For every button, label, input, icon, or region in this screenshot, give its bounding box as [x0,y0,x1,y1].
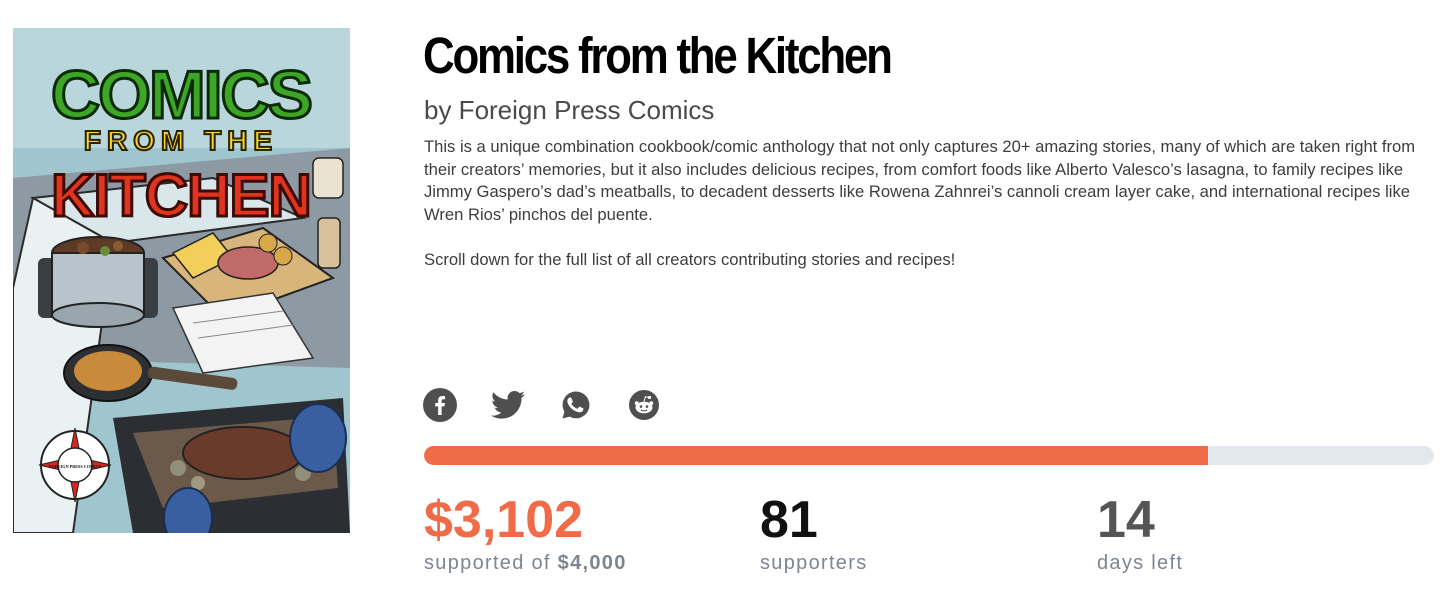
stat-amount-raised: $3,102 supported of $4,000 [424,490,627,576]
creator-byline[interactable]: by Foreign Press Comics [424,94,714,126]
description-paragraph: This is a unique combination cookbook/co… [424,137,1416,224]
funding-progress-fill [424,446,1208,465]
days-left-label: days left [1097,552,1184,574]
supporters-label: supporters [760,552,868,574]
reddit-icon[interactable] [627,388,661,422]
campaign-description: This is a unique combination cookbook/co… [424,136,1434,272]
stat-supporters: 81 supporters [760,490,868,576]
amount-raised: $3,102 [424,491,584,549]
campaign-page: COMICS FROM THE KITCHEN FOREIGN PRESS CO… [0,0,1456,593]
twitter-icon[interactable] [491,388,525,422]
stat-days-left: 14 days left [1097,490,1183,576]
whatsapp-icon[interactable] [559,388,593,422]
supporters-count: 81 [760,491,818,549]
facebook-icon[interactable] [423,388,457,422]
goal-label-prefix: supported of [424,552,551,574]
goal-label: supported of $4,000 [424,550,627,576]
share-buttons [423,388,661,422]
cover-title-line3: KITCHEN [51,162,311,229]
funding-progress-bar [424,446,1434,465]
cover-image: COMICS FROM THE KITCHEN FOREIGN PRESS CO… [13,28,350,533]
cover-title-line1: COMICS [51,57,311,133]
publisher-logo-text: FOREIGN PRESS COMICS [49,464,102,469]
goal-amount: $4,000 [557,552,627,574]
cover-title-line2: FROM THE [84,125,278,156]
days-left-count: 14 [1097,491,1155,549]
description-paragraph: Scroll down for the full list of all cre… [424,249,956,269]
page-title: Comics from the Kitchen [423,27,893,84]
